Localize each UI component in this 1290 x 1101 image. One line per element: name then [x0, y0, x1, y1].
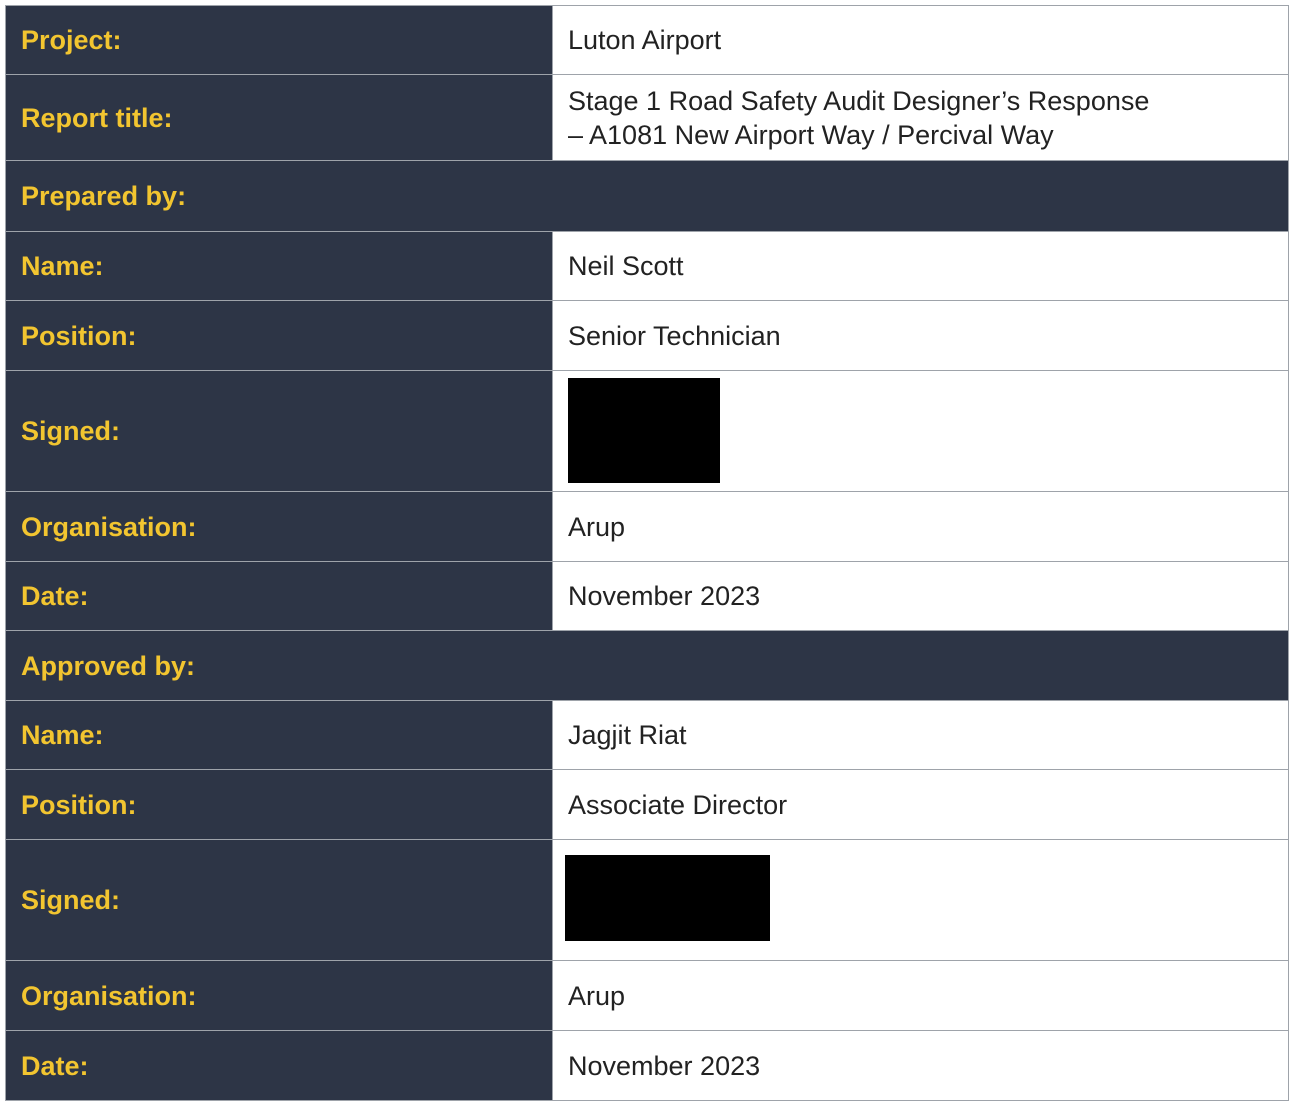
table-row: Name: Jagjit Riat	[5, 700, 1289, 770]
project-label: Project:	[5, 5, 553, 75]
table-row: Report title: Stage 1 Road Safety Audit …	[5, 74, 1289, 161]
table-row: Date: November 2023	[5, 561, 1289, 631]
section-row: Prepared by:	[5, 160, 1289, 232]
prepared-position-label: Position:	[5, 300, 553, 371]
approved-date-value: November 2023	[552, 1030, 1289, 1101]
prepared-name-value: Neil Scott	[552, 231, 1289, 301]
document-table: Project: Luton Airport Report title: Sta…	[5, 5, 1289, 1101]
approved-signed-label: Signed:	[5, 839, 553, 961]
approved-name-value: Jagjit Riat	[552, 700, 1289, 770]
approved-by-heading: Approved by:	[5, 630, 1289, 701]
table-row: Position: Associate Director	[5, 769, 1289, 840]
approved-position-value: Associate Director	[552, 769, 1289, 840]
prepared-position-value: Senior Technician	[552, 300, 1289, 371]
redacted-signature	[568, 377, 720, 483]
prepared-date-label: Date:	[5, 561, 553, 631]
approved-date-label: Date:	[5, 1030, 553, 1101]
prepared-date-value: November 2023	[552, 561, 1289, 631]
section-row: Approved by:	[5, 630, 1289, 701]
prepared-organisation-value: Arup	[552, 491, 1289, 562]
prepared-name-label: Name:	[5, 231, 553, 301]
project-value: Luton Airport	[552, 5, 1289, 75]
approved-organisation-label: Organisation:	[5, 960, 553, 1031]
table-row: Signed:	[5, 370, 1289, 492]
prepared-signed-label: Signed:	[5, 370, 553, 492]
table-row: Project: Luton Airport	[5, 5, 1289, 75]
table-row: Date: November 2023	[5, 1030, 1289, 1101]
table-row: Organisation: Arup	[5, 491, 1289, 562]
table-row: Name: Neil Scott	[5, 231, 1289, 301]
table-row: Organisation: Arup	[5, 960, 1289, 1031]
report-title-label: Report title:	[5, 74, 553, 161]
approved-position-label: Position:	[5, 769, 553, 840]
table-row: Position: Senior Technician	[5, 300, 1289, 371]
report-title-line1: Stage 1 Road Safety Audit Designer’s Res…	[568, 85, 1150, 116]
approved-signature-cell	[552, 839, 1289, 961]
approved-name-label: Name:	[5, 700, 553, 770]
report-title-value: Stage 1 Road Safety Audit Designer’s Res…	[552, 74, 1289, 161]
table-row: Signed:	[5, 839, 1289, 961]
approved-organisation-value: Arup	[552, 960, 1289, 1031]
prepared-organisation-label: Organisation:	[5, 491, 553, 562]
report-title-line2: – A1081 New Airport Way / Percival Way	[568, 119, 1054, 150]
prepared-signature-cell	[552, 370, 1289, 492]
prepared-by-heading: Prepared by:	[5, 160, 1289, 232]
redacted-signature	[565, 854, 770, 941]
